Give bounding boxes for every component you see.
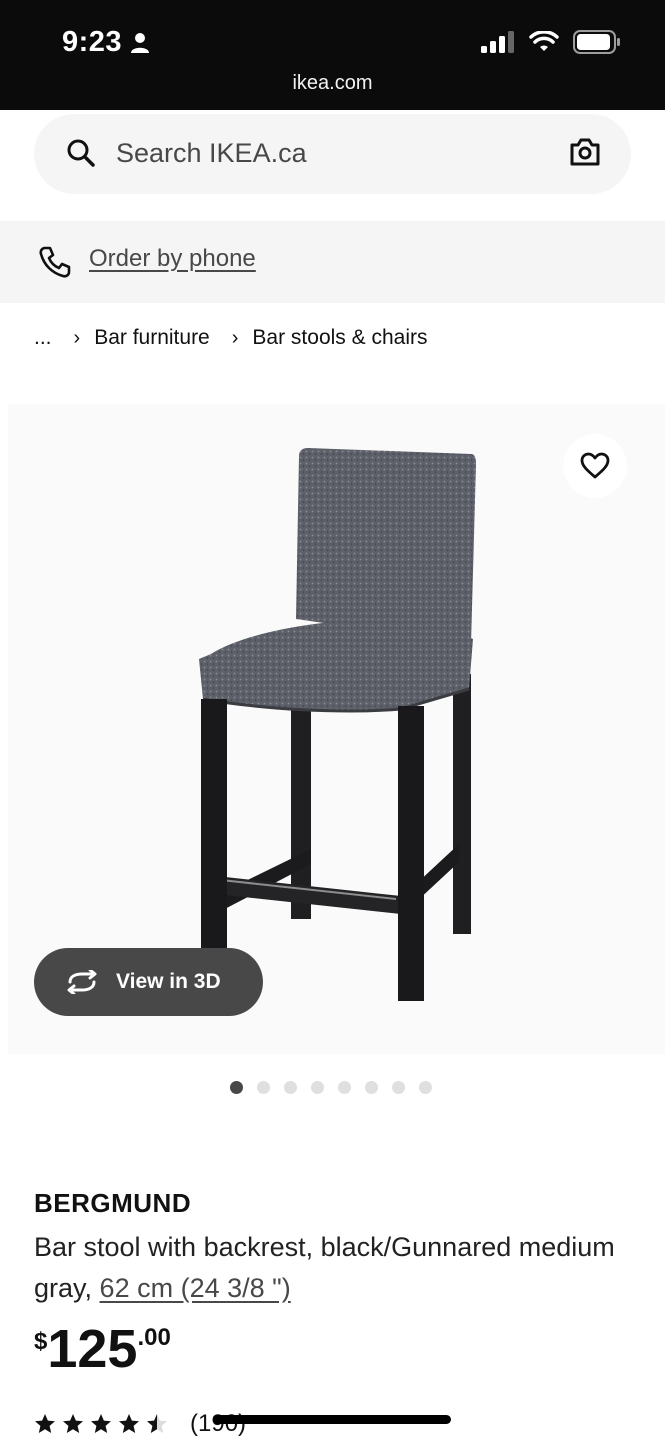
product-image-gallery[interactable]: View in 3D <box>8 404 665 1054</box>
order-by-phone-bar: Order by phone <box>0 221 665 303</box>
price-currency: $ <box>34 1328 48 1355</box>
pagination-dot[interactable] <box>230 1081 243 1094</box>
wifi-icon <box>529 31 559 51</box>
pagination-dot[interactable] <box>257 1081 270 1094</box>
pagination-dot[interactable] <box>338 1081 351 1094</box>
product-rating[interactable]: (190) <box>34 1410 246 1438</box>
star-icon <box>35 1414 55 1433</box>
battery-icon <box>573 30 620 54</box>
star-icon <box>63 1414 83 1433</box>
product-measurement-link[interactable]: 62 cm (24 3/8 ") <box>100 1273 291 1303</box>
rotate-3d-icon <box>67 970 97 994</box>
favorite-button[interactable] <box>563 434 627 498</box>
person-icon <box>131 32 150 53</box>
price-integer: 125 <box>47 1319 138 1379</box>
order-by-phone-link[interactable]: Order by phone <box>89 245 256 273</box>
chevron-right-icon: › <box>231 326 239 349</box>
pagination-dot[interactable] <box>392 1081 405 1094</box>
time-text: 9:23 <box>62 26 123 58</box>
star-icon <box>119 1414 139 1433</box>
product-name: BERGMUND <box>34 1188 192 1218</box>
heart-icon <box>580 452 610 479</box>
star-icon <box>91 1414 111 1433</box>
rating-stars <box>34 1413 168 1435</box>
pagination-dot[interactable] <box>284 1081 297 1094</box>
search-input[interactable]: Search IKEA.ca <box>116 138 307 169</box>
price-decimal: .00 <box>137 1324 171 1351</box>
status-bar: 9:23 ikea.com <box>0 0 665 110</box>
url-bar[interactable]: ikea.com <box>0 72 665 95</box>
product-description: Bar stool with backrest, black/Gunnared … <box>34 1227 634 1309</box>
pagination-dot[interactable] <box>419 1081 432 1094</box>
view-in-3d-button[interactable]: View in 3D <box>34 948 263 1016</box>
breadcrumb-ellipsis[interactable]: ... <box>34 326 52 350</box>
status-time: 9:23 <box>62 26 150 59</box>
breadcrumb-bar-stools[interactable]: Bar stools & chairs <box>252 326 427 350</box>
search-icon[interactable] <box>66 138 96 168</box>
pagination-dot[interactable] <box>365 1081 378 1094</box>
pagination-dot[interactable] <box>311 1081 324 1094</box>
chevron-right-icon: › <box>73 326 81 349</box>
view-in-3d-label: View in 3D <box>116 970 221 993</box>
gallery-pagination <box>230 1081 432 1094</box>
status-icons <box>481 30 621 54</box>
home-indicator <box>213 1415 451 1424</box>
phone-icon <box>39 246 71 278</box>
signal-icon <box>481 31 514 53</box>
breadcrumb-bar-furniture[interactable]: Bar furniture <box>94 326 210 350</box>
camera-icon[interactable] <box>569 137 601 167</box>
product-price: $ 125 .00 <box>34 1318 171 1380</box>
search-bar[interactable]: Search IKEA.ca <box>34 114 631 194</box>
star-icon <box>147 1414 167 1433</box>
product-image <box>199 448 476 1001</box>
breadcrumb: ... › Bar furniture › Bar stools & chair… <box>34 326 428 350</box>
